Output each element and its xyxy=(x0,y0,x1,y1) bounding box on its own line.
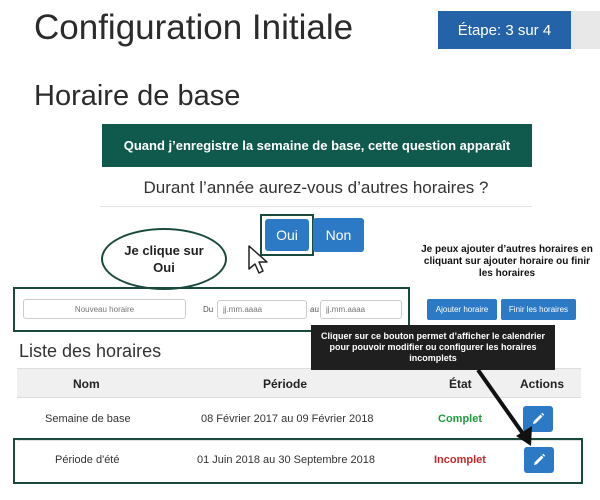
row-status: Complet xyxy=(438,413,482,425)
start-date-input[interactable] xyxy=(217,300,307,319)
section-title: Horaire de base xyxy=(34,80,241,112)
row-name: Semaine de base xyxy=(45,413,131,425)
row-period: 08 Février 2017 au 09 Février 2018 xyxy=(201,413,374,425)
dark-callout: Cliquer sur ce bouton permet d’afficher … xyxy=(311,325,555,370)
add-schedule-button[interactable]: Ajouter horaire xyxy=(427,299,497,320)
from-label: Du xyxy=(203,305,214,314)
schedule-list-title: Liste des horaires xyxy=(19,341,162,361)
edit-button[interactable] xyxy=(523,406,553,432)
step-badge-tail xyxy=(571,11,600,49)
add-schedule-note: Je peux ajouter d’autres horaires en cli… xyxy=(421,244,593,279)
to-label: au xyxy=(310,305,319,314)
bubble-line-1: Je clique sur xyxy=(124,243,204,258)
instruction-bubble: Je clique sur Oui xyxy=(101,228,227,290)
table-header: Nom Période État Actions xyxy=(17,368,581,398)
new-schedule-name-input[interactable] xyxy=(23,299,186,319)
finish-schedules-button[interactable]: Finir les horaires xyxy=(501,299,576,320)
column-header-status: État xyxy=(449,377,472,391)
column-header-name: Nom xyxy=(73,377,100,391)
non-button[interactable]: Non xyxy=(313,218,364,252)
green-callout: Quand j’enregistre la semaine de base, c… xyxy=(102,124,532,167)
pencil-icon xyxy=(533,412,545,424)
pointer-cursor-icon xyxy=(248,245,268,274)
column-header-actions: Actions xyxy=(520,377,565,391)
end-date-input[interactable] xyxy=(320,300,402,319)
step-badge: Étape: 3 sur 4 xyxy=(438,11,571,49)
incomplete-row-highlight-frame xyxy=(13,438,583,484)
page-title: Configuration Initiale xyxy=(34,8,354,47)
question-divider xyxy=(100,206,532,207)
question-text: Durant l’année aurez-vous d’autres horai… xyxy=(143,178,489,197)
bubble-line-2: Oui xyxy=(153,260,175,275)
column-header-period: Période xyxy=(263,377,308,391)
